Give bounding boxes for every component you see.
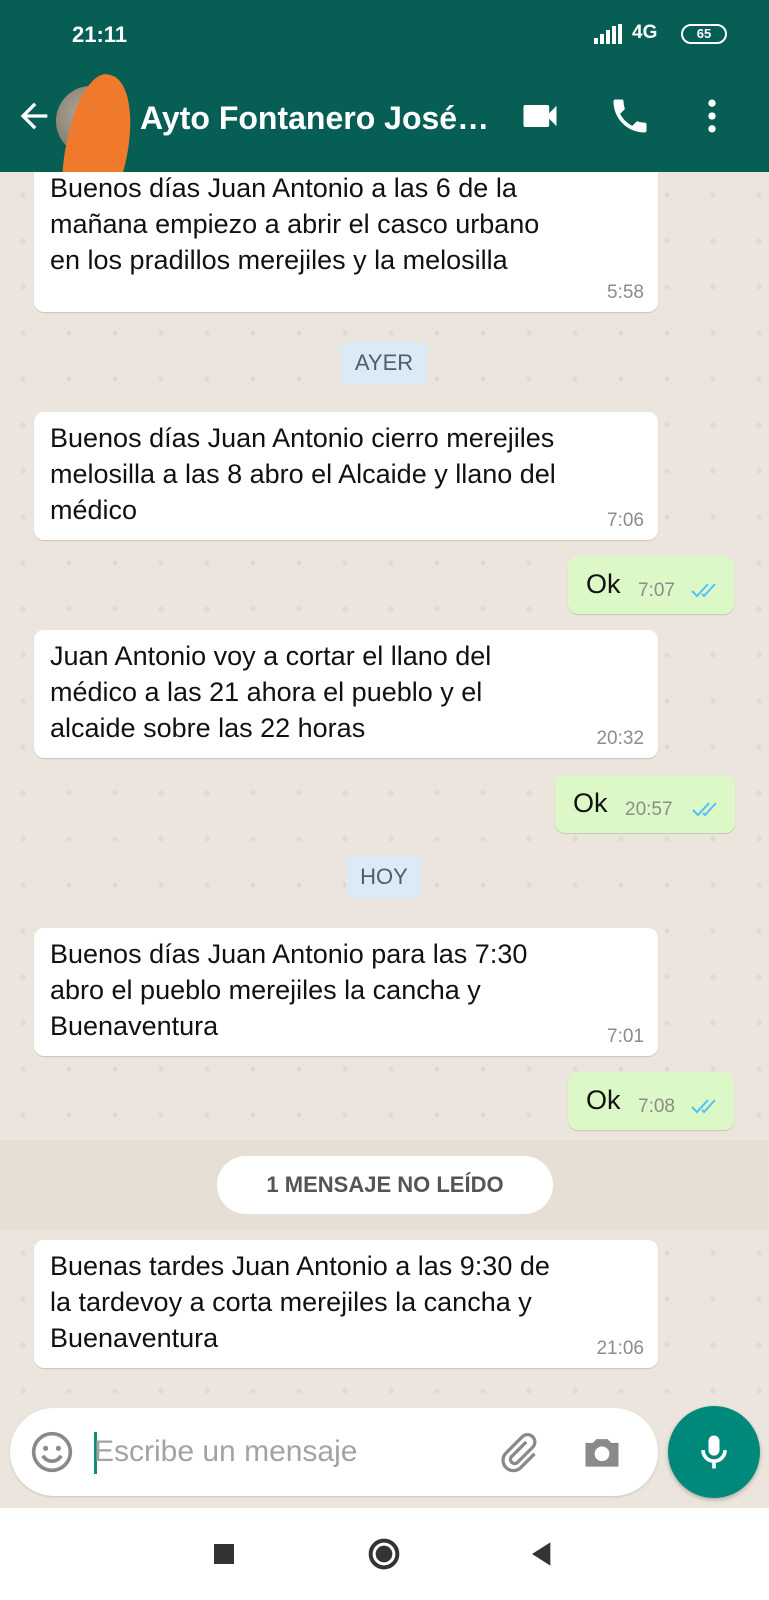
- message-text: Buenos días Juan Antonio para las 7:30 a…: [50, 939, 528, 1041]
- system-nav-bar: [0, 1508, 769, 1600]
- message-text: Buenos días Juan Antonio a las 6 de la m…: [50, 173, 540, 275]
- emoji-icon[interactable]: [30, 1430, 74, 1474]
- message-incoming[interactable]: Buenos días Juan Antonio cierro merejile…: [34, 412, 658, 540]
- message-incoming[interactable]: Buenos días Juan Antonio para las 7:30 a…: [34, 928, 658, 1056]
- chat-area[interactable]: Buenos días Juan Antonio a las 6 de la m…: [0, 172, 769, 1404]
- attach-icon[interactable]: [496, 1430, 540, 1474]
- message-text: Buenos días Juan Antonio cierro merejile…: [50, 423, 556, 525]
- home-icon[interactable]: [364, 1534, 404, 1574]
- message-time: 7:08: [638, 1096, 675, 1117]
- recent-apps-icon[interactable]: [204, 1534, 244, 1574]
- back-arrow-icon[interactable]: [14, 96, 54, 136]
- message-time: 20:32: [596, 728, 644, 749]
- phone-icon[interactable]: [608, 94, 652, 138]
- date-chip-yesterday: AYER: [340, 341, 428, 385]
- message-incoming[interactable]: Juan Antonio voy a cortar el llano del m…: [34, 630, 658, 758]
- message-outgoing[interactable]: Ok 7:08: [568, 1072, 734, 1130]
- message-time: 20:57: [625, 799, 673, 820]
- date-chip-today: HOY: [346, 855, 422, 899]
- status-bar: 21:11 4G 65: [0, 0, 769, 64]
- back-nav-icon[interactable]: [522, 1534, 562, 1574]
- mic-icon: [701, 1435, 727, 1469]
- read-ticks-icon: [692, 802, 717, 817]
- message-outgoing[interactable]: Ok 20:57: [555, 775, 735, 833]
- message-text: Ok: [573, 788, 608, 818]
- message-incoming[interactable]: Buenos días Juan Antonio a las 6 de la m…: [34, 172, 658, 312]
- message-time: 5:58: [607, 282, 644, 303]
- unread-divider: 1 MENSAJE NO LEÍDO: [0, 1140, 769, 1230]
- battery-icon: 65: [681, 24, 727, 44]
- status-time: 21:11: [72, 22, 128, 47]
- signal-icon: [594, 24, 624, 44]
- message-text: Juan Antonio voy a cortar el llano del m…: [50, 641, 492, 743]
- more-vert-icon[interactable]: [690, 94, 734, 138]
- network-type: 4G: [632, 22, 658, 43]
- read-ticks-icon: [691, 583, 716, 598]
- message-incoming[interactable]: Buenas tardes Juan Antonio a las 9:30 de…: [34, 1240, 658, 1368]
- video-call-icon[interactable]: [518, 94, 562, 138]
- message-time: 7:01: [607, 1026, 644, 1047]
- message-time: 7:07: [638, 580, 675, 601]
- read-ticks-icon: [691, 1099, 716, 1114]
- message-time: 7:06: [607, 510, 644, 531]
- unread-count-label: 1 MENSAJE NO LEÍDO: [217, 1156, 553, 1214]
- contact-name[interactable]: Ayto Fontanero José…: [140, 100, 489, 137]
- message-text: Ok: [586, 1085, 621, 1115]
- battery-level: 65: [696, 26, 712, 41]
- message-composer: [10, 1408, 658, 1496]
- camera-icon[interactable]: [580, 1430, 624, 1474]
- message-text: Buenas tardes Juan Antonio a las 9:30 de…: [50, 1251, 550, 1353]
- mic-button[interactable]: [668, 1406, 760, 1498]
- message-time: 21:06: [596, 1338, 644, 1359]
- message-text: Ok: [586, 569, 621, 599]
- message-input[interactable]: [94, 1426, 494, 1478]
- chat-header: Ayto Fontanero José…: [0, 64, 769, 230]
- message-outgoing[interactable]: Ok 7:07: [568, 556, 734, 614]
